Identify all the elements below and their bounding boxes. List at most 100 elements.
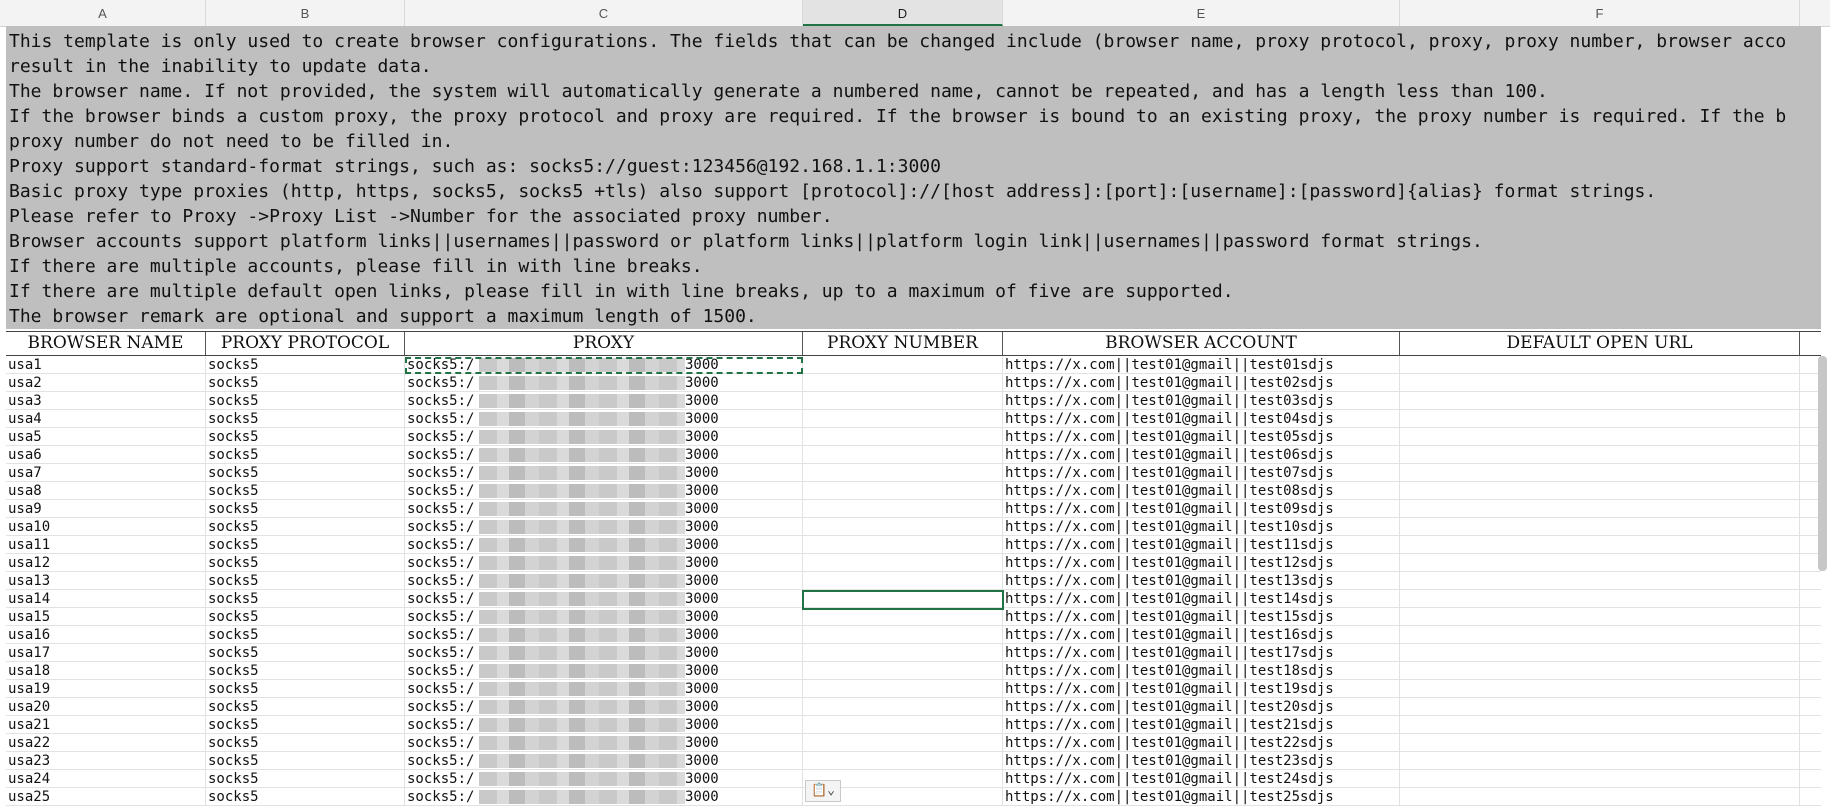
column-header-c[interactable]: C — [405, 0, 803, 26]
proxy-number-cell[interactable] — [803, 428, 1003, 446]
proxy-cell[interactable]: socks5:/ 3000 — [405, 572, 803, 590]
default-open-url-cell[interactable] — [1400, 410, 1800, 428]
proxy-cell[interactable]: socks5:/ 3000 — [405, 374, 803, 392]
proxy-number-cell[interactable] — [803, 518, 1003, 536]
browser-account-cell[interactable]: https://x.com||test01@gmail||test24sdjs — [1003, 770, 1400, 788]
browser-account-cell[interactable]: https://x.com||test01@gmail||test12sdjs — [1003, 554, 1400, 572]
proxy-number-cell[interactable] — [803, 716, 1003, 734]
browser-name-cell[interactable]: usa4 — [6, 410, 206, 428]
proxy-protocol-cell[interactable]: socks5 — [206, 464, 405, 482]
proxy-protocol-cell[interactable]: socks5 — [206, 554, 405, 572]
instruction-block[interactable]: This template is only used to create bro… — [6, 26, 1821, 329]
proxy-protocol-cell[interactable]: socks5 — [206, 698, 405, 716]
browser-name-cell[interactable]: usa15 — [6, 608, 206, 626]
proxy-protocol-cell[interactable]: socks5 — [206, 608, 405, 626]
default-open-url-cell[interactable] — [1400, 464, 1800, 482]
proxy-number-cell[interactable] — [803, 446, 1003, 464]
browser-account-cell[interactable]: https://x.com||test01@gmail||test02sdjs — [1003, 374, 1400, 392]
default-open-url-cell[interactable] — [1400, 644, 1800, 662]
default-open-url-cell[interactable] — [1400, 608, 1800, 626]
default-open-url-cell[interactable] — [1400, 446, 1800, 464]
default-open-url-cell[interactable] — [1400, 500, 1800, 518]
proxy-cell[interactable]: socks5:/ 3000 — [405, 788, 803, 806]
proxy-cell[interactable]: socks5:/ 3000 — [405, 554, 803, 572]
proxy-protocol-cell[interactable]: socks5 — [206, 446, 405, 464]
default-open-url-cell[interactable] — [1400, 428, 1800, 446]
proxy-protocol-cell[interactable]: socks5 — [206, 644, 405, 662]
browser-name-cell[interactable]: usa17 — [6, 644, 206, 662]
proxy-cell[interactable]: socks5:/ 3000 — [405, 482, 803, 500]
active-cell-d14[interactable] — [802, 590, 1004, 610]
browser-account-cell[interactable]: https://x.com||test01@gmail||test18sdjs — [1003, 662, 1400, 680]
proxy-protocol-cell[interactable]: socks5 — [206, 734, 405, 752]
proxy-number-cell[interactable] — [803, 392, 1003, 410]
browser-account-cell[interactable]: https://x.com||test01@gmail||test15sdjs — [1003, 608, 1400, 626]
table-header-browser-account[interactable]: BROWSER ACCOUNT — [1003, 332, 1400, 355]
proxy-cell[interactable]: socks5:/ 3000 — [405, 464, 803, 482]
proxy-cell[interactable]: socks5:/ 3000 — [405, 500, 803, 518]
proxy-cell[interactable]: socks5:/ 3000 — [405, 698, 803, 716]
proxy-cell[interactable]: socks5:/ 3000 — [405, 446, 803, 464]
vertical-scrollbar[interactable] — [1818, 356, 1827, 571]
default-open-url-cell[interactable] — [1400, 590, 1800, 608]
proxy-number-cell[interactable] — [803, 698, 1003, 716]
proxy-number-cell[interactable] — [803, 734, 1003, 752]
proxy-cell[interactable]: socks5:/ 3000 — [405, 752, 803, 770]
column-header-e[interactable]: E — [1003, 0, 1400, 26]
proxy-cell[interactable]: socks5:/ 3000 — [405, 518, 803, 536]
proxy-cell[interactable]: socks5:/ 3000 — [405, 626, 803, 644]
proxy-protocol-cell[interactable]: socks5 — [206, 788, 405, 806]
browser-name-cell[interactable]: usa16 — [6, 626, 206, 644]
default-open-url-cell[interactable] — [1400, 770, 1800, 788]
default-open-url-cell[interactable] — [1400, 788, 1800, 806]
browser-account-cell[interactable]: https://x.com||test01@gmail||test13sdjs — [1003, 572, 1400, 590]
default-open-url-cell[interactable] — [1400, 716, 1800, 734]
proxy-number-cell[interactable] — [803, 572, 1003, 590]
proxy-cell[interactable]: socks5:/ 3000 — [405, 608, 803, 626]
browser-name-cell[interactable]: usa8 — [6, 482, 206, 500]
proxy-number-cell[interactable] — [803, 626, 1003, 644]
default-open-url-cell[interactable] — [1400, 662, 1800, 680]
browser-name-cell[interactable]: usa6 — [6, 446, 206, 464]
browser-account-cell[interactable]: https://x.com||test01@gmail||test20sdjs — [1003, 698, 1400, 716]
proxy-cell[interactable]: socks5:/ 3000 — [405, 734, 803, 752]
proxy-protocol-cell[interactable]: socks5 — [206, 518, 405, 536]
browser-account-cell[interactable]: https://x.com||test01@gmail||test04sdjs — [1003, 410, 1400, 428]
default-open-url-cell[interactable] — [1400, 554, 1800, 572]
browser-name-cell[interactable]: usa11 — [6, 536, 206, 554]
browser-name-cell[interactable]: usa3 — [6, 392, 206, 410]
browser-name-cell[interactable]: usa2 — [6, 374, 206, 392]
proxy-cell[interactable]: socks5:/ 3000 — [405, 662, 803, 680]
browser-name-cell[interactable]: usa10 — [6, 518, 206, 536]
default-open-url-cell[interactable] — [1400, 626, 1800, 644]
column-header-d[interactable]: D — [803, 0, 1003, 26]
table-header-proxy-protocol[interactable]: PROXY PROTOCOL — [206, 332, 405, 355]
browser-account-cell[interactable]: https://x.com||test01@gmail||test19sdjs — [1003, 680, 1400, 698]
proxy-number-cell[interactable] — [803, 374, 1003, 392]
spreadsheet[interactable]: ABCDEF This template is only used to cre… — [0, 0, 1830, 806]
proxy-protocol-cell[interactable]: socks5 — [206, 662, 405, 680]
browser-name-cell[interactable]: usa21 — [6, 716, 206, 734]
proxy-number-cell[interactable] — [803, 554, 1003, 572]
browser-name-cell[interactable]: usa25 — [6, 788, 206, 806]
proxy-protocol-cell[interactable]: socks5 — [206, 356, 405, 374]
proxy-protocol-cell[interactable]: socks5 — [206, 410, 405, 428]
proxy-number-cell[interactable] — [803, 500, 1003, 518]
browser-account-cell[interactable]: https://x.com||test01@gmail||test25sdjs — [1003, 788, 1400, 806]
browser-name-cell[interactable]: usa12 — [6, 554, 206, 572]
proxy-number-cell[interactable] — [803, 644, 1003, 662]
default-open-url-cell[interactable] — [1400, 518, 1800, 536]
browser-name-cell[interactable]: usa19 — [6, 680, 206, 698]
proxy-protocol-cell[interactable]: socks5 — [206, 716, 405, 734]
browser-account-cell[interactable]: https://x.com||test01@gmail||test17sdjs — [1003, 644, 1400, 662]
browser-account-cell[interactable]: https://x.com||test01@gmail||test01sdjs — [1003, 356, 1400, 374]
proxy-cell[interactable]: socks5:/ 3000 — [405, 644, 803, 662]
browser-name-cell[interactable]: usa7 — [6, 464, 206, 482]
browser-account-cell[interactable]: https://x.com||test01@gmail||test07sdjs — [1003, 464, 1400, 482]
proxy-cell[interactable]: socks5:/ 3000 — [405, 428, 803, 446]
table-header-proxy-number[interactable]: PROXY NUMBER — [803, 332, 1003, 355]
proxy-cell[interactable]: socks5:/ 3000 — [405, 770, 803, 788]
proxy-protocol-cell[interactable]: socks5 — [206, 374, 405, 392]
proxy-cell[interactable]: socks5:/ 3000 — [405, 410, 803, 428]
browser-name-cell[interactable]: usa23 — [6, 752, 206, 770]
